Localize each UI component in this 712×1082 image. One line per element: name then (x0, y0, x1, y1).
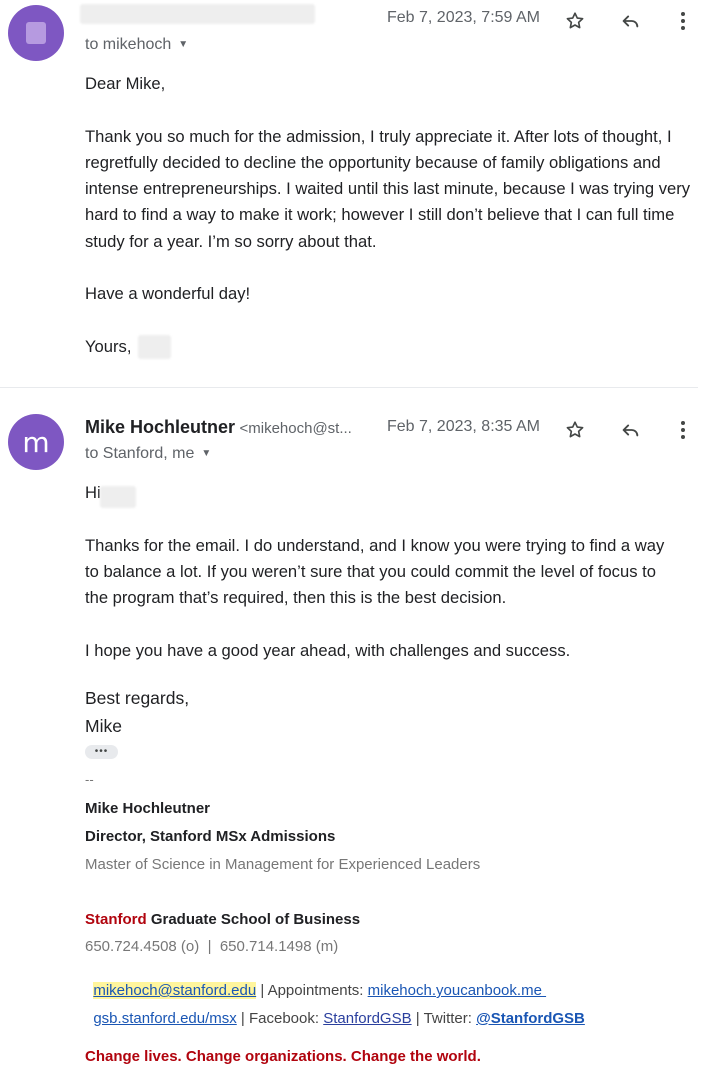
twitter-label: | Twitter: (411, 1010, 477, 1027)
school-red-text: Stanford (85, 911, 147, 928)
email-date-2: Feb 7, 2023, 8:35 AM (387, 418, 540, 435)
sender-avatar-2[interactable]: m (8, 414, 64, 470)
closing-line: Yours, (85, 334, 705, 360)
chevron-down-icon[interactable]: ▼ (201, 448, 211, 459)
redacted-signature-name (138, 335, 171, 359)
email-body-2: Hi Thanks for the email. I do understand… (85, 480, 705, 664)
signature-program: Master of Science in Management for Expe… (85, 856, 481, 873)
redacted-sender-name (80, 4, 315, 24)
greeting: Hi (85, 483, 101, 502)
recipients-toggle-1[interactable]: to mikehoch ▼ (85, 36, 188, 54)
regards-line: Best regards, (85, 688, 190, 708)
sign-off: Best regards, Mike (85, 684, 189, 740)
reply-icon[interactable] (618, 9, 642, 33)
body-paragraph: Thank you so much for the admission, I t… (85, 126, 691, 251)
star-icon[interactable] (563, 9, 587, 33)
facebook-label: | Facebook: (236, 1010, 324, 1027)
signature-school: Stanford Graduate School of Business (85, 911, 360, 928)
more-vert-icon[interactable] (671, 418, 695, 442)
facebook-link[interactable]: StanfordGSB (323, 1010, 411, 1027)
signature-tagline: Change lives. Change organizations. Chan… (85, 1048, 481, 1065)
signature-phones: 650.724.4508 (o) | 650.714.1498 (m) (85, 938, 339, 955)
body-paragraph: Thanks for the email. I do understand, a… (85, 535, 665, 608)
avatar-redacted-blot (26, 22, 46, 44)
recipients-label: to Stanford, me (85, 445, 195, 462)
more-vert-icon[interactable] (671, 9, 695, 33)
wish-line: Have a wonderful day! (85, 284, 251, 304)
signature-name: Mike Hochleutner (85, 800, 211, 817)
sender-name[interactable]: Mike Hochleutner (85, 417, 235, 437)
chevron-down-icon[interactable]: ▼ (178, 39, 188, 50)
signature-links-line: gsb.stanford.edu/msx | Facebook: Stanfor… (85, 993, 585, 1027)
website-link[interactable]: gsb.stanford.edu/msx (93, 1010, 236, 1027)
school-rest-text: Graduate School of Business (146, 911, 361, 928)
closing-text: Yours, (85, 336, 132, 356)
recipients-label: to mikehoch (85, 36, 172, 53)
greeting: Dear Mike, (85, 74, 166, 93)
sender-avatar-1[interactable] (8, 5, 64, 61)
recipients-toggle-2[interactable]: to Stanford, me ▼ (85, 445, 211, 463)
sender-email: <mikehoch@st... (239, 420, 352, 437)
star-icon[interactable] (563, 418, 587, 442)
sender-first-name: Mike (85, 716, 122, 736)
twitter-link[interactable]: @StanfordGSB (476, 1010, 585, 1027)
email-body-1: Dear Mike, Thank you so much for the adm… (85, 71, 705, 360)
email-date-1: Feb 7, 2023, 7:59 AM (387, 9, 540, 26)
signature-separator: -- (85, 772, 94, 787)
show-trimmed-content-button[interactable]: ••• (85, 745, 118, 759)
sender-line: Mike Hochleutner <mikehoch@st... (85, 417, 352, 438)
reply-icon[interactable] (618, 418, 642, 442)
message-divider (0, 387, 698, 388)
hope-line: I hope you have a good year ahead, with … (85, 640, 571, 660)
redacted-recipient-name (100, 486, 136, 508)
signature-title: Director, Stanford MSx Admissions (85, 828, 336, 845)
